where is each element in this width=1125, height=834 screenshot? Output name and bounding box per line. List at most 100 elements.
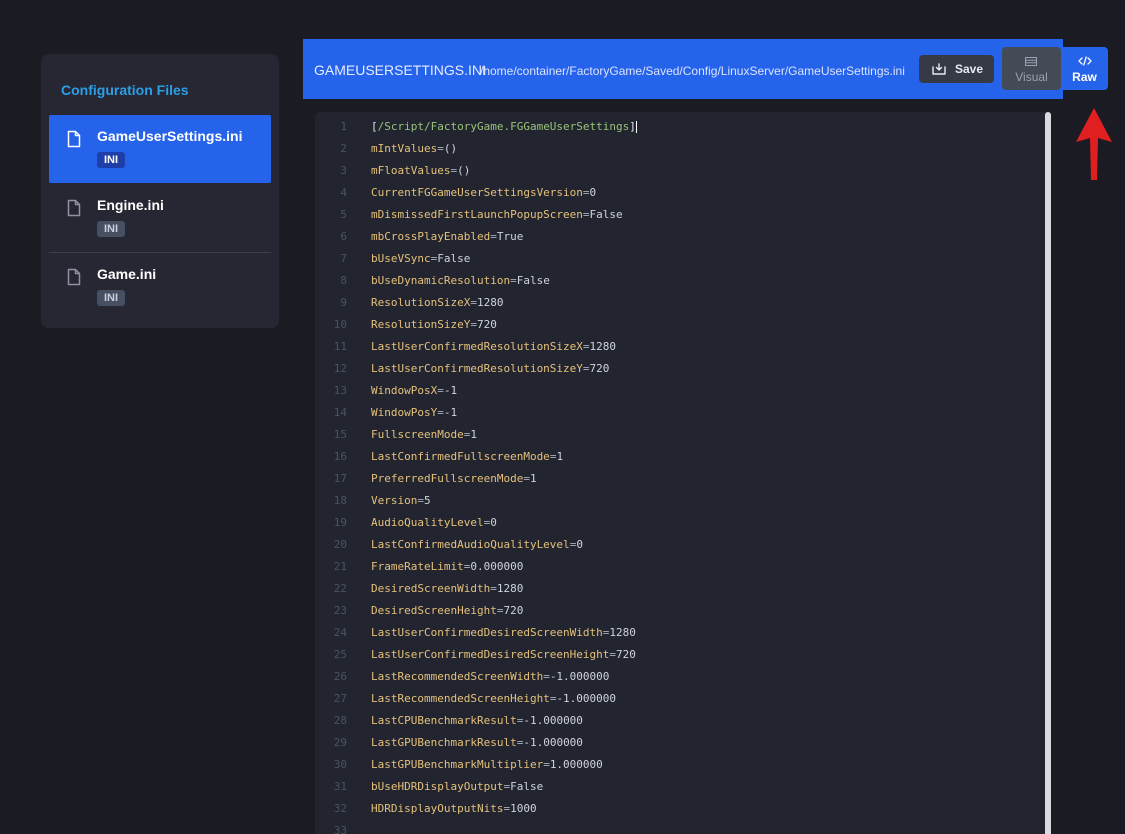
- setting-key: LastUserConfirmedResolutionSizeY: [371, 362, 583, 375]
- visual-toggle-button[interactable]: Visual: [1002, 47, 1061, 90]
- code-line: 12 LastUserConfirmedResolutionSizeY=720: [315, 358, 1045, 380]
- file-name: Game.ini: [97, 266, 157, 282]
- code-line: 31 bUseHDRDisplayOutput=False: [315, 776, 1045, 798]
- file-item-gameusersettings[interactable]: GameUserSettings.ini INI: [49, 115, 271, 183]
- code-text: LastUserConfirmedResolutionSizeY=720: [371, 362, 610, 375]
- setting-key: LastUserConfirmedDesiredScreenWidth: [371, 626, 603, 639]
- code-line: 18 Version=5: [315, 490, 1045, 512]
- setting-value: -1: [443, 384, 458, 397]
- setting-value: 1280: [609, 626, 636, 639]
- code-line: 8 bUseDynamicResolution=False: [315, 270, 1045, 292]
- code-text: mIntValues=(): [371, 142, 458, 155]
- line-number: 32: [333, 802, 347, 815]
- setting-key: LastRecommendedScreenHeight: [371, 692, 550, 705]
- raw-code-editor[interactable]: 1 [/Script/FactoryGame.FGGameUserSettings…: [315, 112, 1051, 834]
- code-text: bUseVSync=False: [371, 252, 471, 265]
- setting-value: False: [510, 780, 544, 793]
- code-text: CurrentFGGameUserSettingsVersion=0: [371, 186, 597, 199]
- code-line: 3 mFloatValues=(): [315, 160, 1045, 182]
- setting-key: LastCPUBenchmarkResult: [371, 714, 517, 727]
- code-icon: [1078, 56, 1092, 66]
- code-line: 28 LastCPUBenchmarkResult=-1.000000: [315, 710, 1045, 732]
- visual-label: Visual: [1015, 70, 1048, 84]
- file-type-badge: INI: [97, 221, 126, 237]
- code-text: bUseHDRDisplayOutput=False: [371, 780, 544, 793]
- code-text: DesiredScreenHeight=720: [371, 604, 524, 617]
- line-number: 28: [333, 714, 347, 727]
- setting-key: FrameRateLimit: [371, 560, 464, 573]
- setting-key: Version: [371, 494, 418, 507]
- setting-value: (): [443, 142, 458, 155]
- setting-value: 1280: [496, 582, 524, 595]
- code-line: 10 ResolutionSizeY=720: [315, 314, 1045, 336]
- code-line: 11 LastUserConfirmedResolutionSizeX=1280: [315, 336, 1045, 358]
- code-line: 27 LastRecommendedScreenHeight=-1.000000: [315, 688, 1045, 710]
- setting-value: -1.000000: [556, 692, 617, 705]
- setting-key: bUseDynamicResolution: [371, 274, 511, 287]
- code-text: WindowPosX=-1: [371, 384, 458, 397]
- setting-value: 1: [556, 450, 564, 463]
- save-icon: [932, 63, 946, 75]
- code-text: [/Script/FactoryGame.FGGameUserSettings]: [371, 120, 637, 133]
- file-item-game[interactable]: Game.ini INI: [49, 253, 271, 321]
- setting-value: 1000: [510, 802, 537, 815]
- code-text: AudioQualityLevel=0: [371, 516, 497, 529]
- code-line: 33: [315, 820, 1045, 834]
- setting-value: 720: [503, 604, 524, 617]
- line-number: 14: [333, 406, 347, 419]
- setting-value: 720: [476, 318, 497, 331]
- setting-key: HDRDisplayOutputNits: [371, 802, 504, 815]
- setting-key: ResolutionSizeY: [371, 318, 471, 331]
- line-number: 17: [333, 472, 347, 485]
- setting-value: True: [496, 230, 524, 243]
- line-number: 29: [333, 736, 347, 749]
- setting-key: mDismissedFirstLaunchPopupScreen: [371, 208, 583, 221]
- raw-toggle-button[interactable]: Raw: [1061, 47, 1108, 90]
- code-line: 5 mDismissedFirstLaunchPopupScreen=False: [315, 204, 1045, 226]
- file-title: GAMEUSERSETTINGS.INI: [314, 62, 486, 78]
- code-text: LastRecommendedScreenHeight=-1.000000: [371, 692, 617, 705]
- setting-key: LastGPUBenchmarkMultiplier: [371, 758, 544, 771]
- setting-key: LastConfirmedFullscreenMode: [371, 450, 550, 463]
- setting-value: 1280: [476, 296, 504, 309]
- raw-label: Raw: [1072, 70, 1097, 84]
- setting-value: 1: [470, 428, 477, 441]
- setting-value: 0: [490, 516, 497, 529]
- line-number: 19: [333, 516, 347, 529]
- file-name: GameUserSettings.ini: [97, 128, 243, 144]
- line-number: 10: [333, 318, 347, 331]
- code-text: LastUserConfirmedDesiredScreenWidth=1280: [371, 626, 636, 639]
- code-line: 20 LastConfirmedAudioQualityLevel=0: [315, 534, 1045, 556]
- setting-value: 5: [423, 494, 431, 507]
- setting-value: 0: [576, 538, 583, 551]
- code-line: 16 LastConfirmedFullscreenMode=1: [315, 446, 1045, 468]
- setting-value: -1.000000: [523, 736, 583, 749]
- code-line: 15 FullscreenMode=1: [315, 424, 1045, 446]
- setting-value: 0.000000: [470, 560, 524, 573]
- code-line: 23 DesiredScreenHeight=720: [315, 600, 1045, 622]
- code-text: mFloatValues=(): [371, 164, 471, 177]
- code-line: 29 LastGPUBenchmarkResult=-1.000000: [315, 732, 1045, 754]
- code-text: PreferredFullscreenMode=1: [371, 472, 537, 485]
- code-text: ResolutionSizeY=720: [371, 318, 497, 331]
- save-button[interactable]: Save: [919, 55, 994, 83]
- code-text: LastGPUBenchmarkResult=-1.000000: [371, 736, 583, 749]
- code-line: 24 LastUserConfirmedDesiredScreenWidth=12…: [315, 622, 1045, 644]
- line-number: 4: [340, 186, 347, 199]
- editor-scrollbar[interactable]: [1045, 112, 1051, 834]
- setting-value: False: [589, 208, 623, 221]
- setting-key: LastGPUBenchmarkResult: [371, 736, 517, 749]
- table-icon: [1025, 57, 1037, 66]
- line-number: 26: [333, 670, 347, 683]
- code-text: Version=5: [371, 494, 431, 507]
- line-number: 22: [333, 582, 347, 595]
- line-number: 3: [340, 164, 347, 177]
- file-path: /home/container/FactoryGame/Saved/Config…: [480, 64, 905, 78]
- file-icon: [67, 268, 81, 286]
- setting-value: 720: [589, 362, 610, 375]
- file-item-engine[interactable]: Engine.ini INI: [49, 184, 271, 252]
- line-number: 12: [333, 362, 347, 375]
- line-number: 7: [340, 252, 347, 265]
- code-text: HDRDisplayOutputNits=1000: [371, 802, 537, 815]
- code-line: 9 ResolutionSizeX=1280: [315, 292, 1045, 314]
